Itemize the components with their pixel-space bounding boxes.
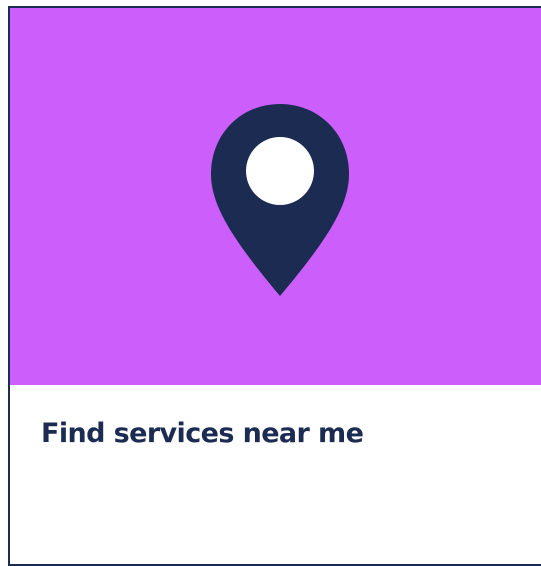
card-title: Find services near me [41,418,364,449]
find-services-card[interactable]: Find services near me [8,6,541,566]
location-pin-icon [211,104,349,296]
card-hero-banner [10,8,541,385]
